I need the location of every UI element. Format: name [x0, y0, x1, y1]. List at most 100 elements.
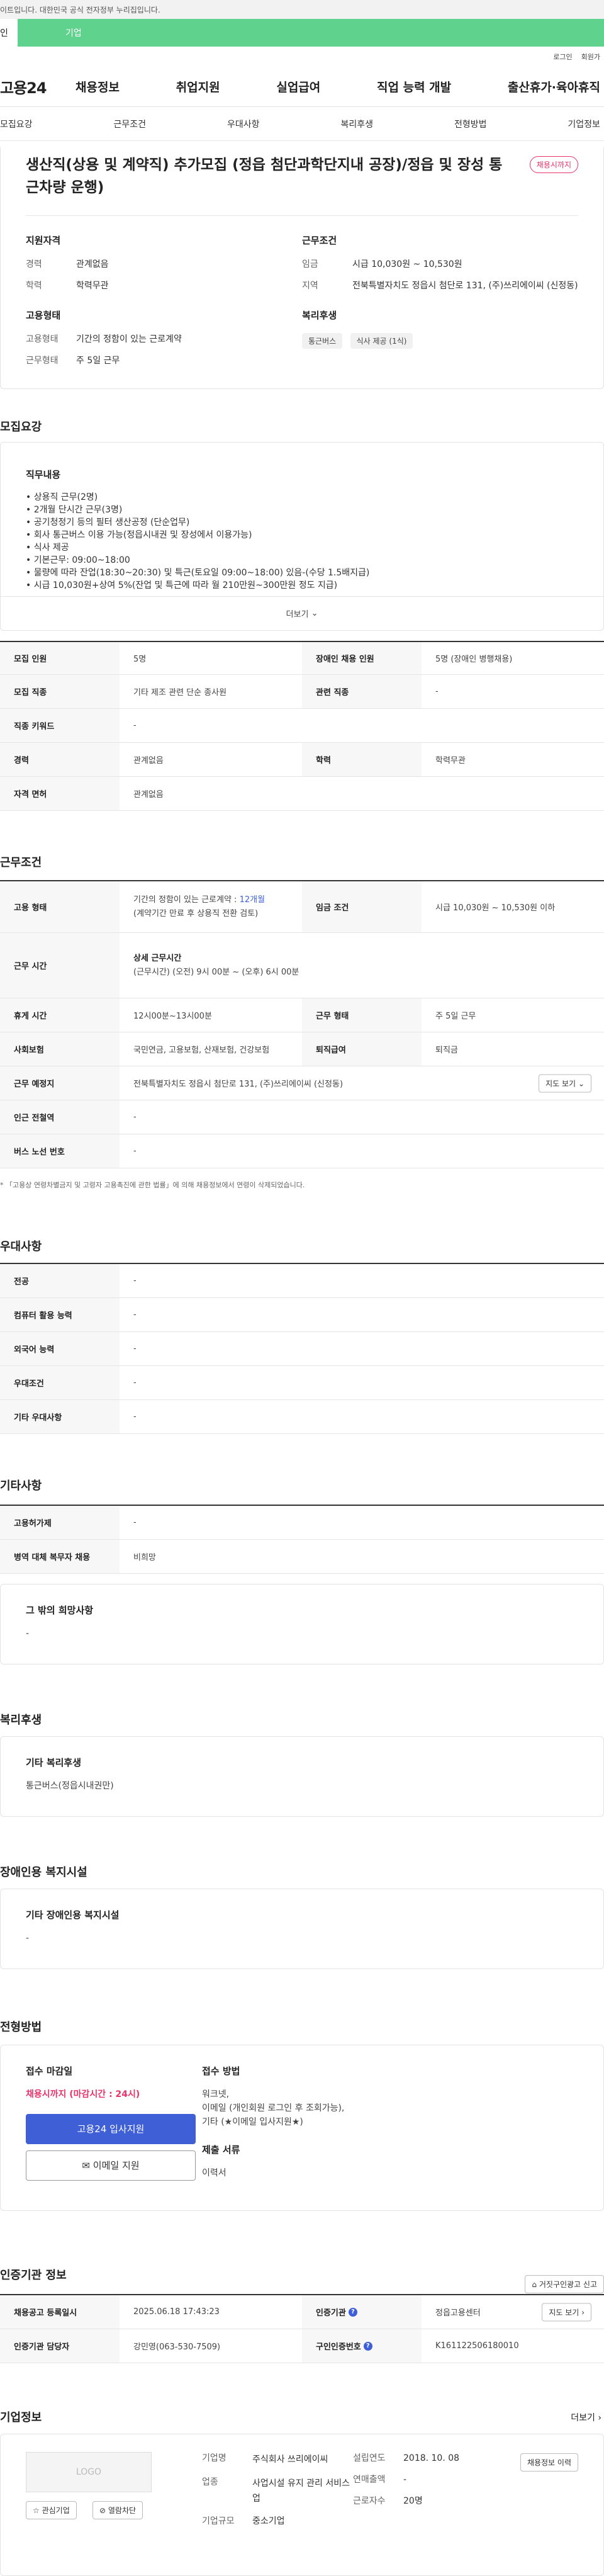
gnb-item-training[interactable]: 직업 능력 개발 — [377, 78, 451, 95]
row-value: - — [133, 1378, 137, 1387]
subnav-company[interactable]: 기업정보 — [568, 118, 600, 130]
table-row: 채용공고 등록일시 2025.06.18 17:43:23 인증기관? 정읍고용센… — [0, 2295, 604, 2329]
recruit-table: 모집 인원 5명 장애인 채용 인원 5명 (장애인 병행채용) 모집 직종 기타 제… — [0, 641, 604, 811]
row-label: 장애인 채용 인원 — [302, 642, 422, 674]
block-view-button[interactable]: ⊘ 열람차단 — [92, 2501, 143, 2519]
star-icon: ☆ — [33, 2506, 40, 2515]
subnav-selection[interactable]: 전형방법 — [454, 118, 487, 130]
deadline-heading: 접수 마감일 — [26, 2065, 73, 2077]
row-value: 주 5일 근무 — [435, 1012, 476, 1021]
row-value: 정읍고용센터 지도 보기 › — [422, 2295, 604, 2329]
row-label: 관련 직종 — [302, 675, 422, 708]
subnav-recruit[interactable]: 모집요강 — [0, 118, 33, 130]
table-row: 인근 전철역 - — [0, 1100, 604, 1134]
row-label: 인증기관? — [302, 2295, 422, 2329]
section-cert-title: 인증기관 정보 — [0, 2269, 67, 2282]
subnav-conditions[interactable]: 근무조건 — [113, 118, 146, 130]
table-row: 자격 면허 관계없음 — [0, 777, 604, 811]
row-value: - — [133, 1276, 137, 1285]
value: 학력무관 — [76, 281, 109, 291]
row-value: 강민영(063-530-7509) — [133, 2342, 221, 2352]
tab-individual[interactable]: 인 — [0, 19, 18, 47]
map-button[interactable]: 지도 보기 ⌄ — [539, 1074, 591, 1092]
subnav-welfare[interactable]: 복리후생 — [340, 118, 373, 130]
duty-line: • 2개월 단시간 근무(3명) — [26, 505, 123, 515]
chevron-down-icon: ⌄ — [578, 1079, 584, 1088]
label: 근무형태 — [26, 356, 59, 366]
info-icon[interactable]: ? — [363, 2341, 372, 2351]
welfare-box-value: 통근버스(정읍시내권만) — [26, 1781, 114, 1791]
value: 기간의 정함이 있는 근로계약 — [76, 334, 182, 344]
table-row: 휴게 시간 12시00분~13시00분 근무 형태 주 5일 근무 — [0, 998, 604, 1032]
value: - — [403, 2475, 407, 2485]
gnb-item-unemployment-benefit[interactable]: 실업급여 — [276, 78, 320, 95]
disabled-box-value: - — [26, 1933, 30, 1943]
apply-box: 접수 마감일 채용시까지 (마감시간 : 24시) 고용24 입사지원 ✉ 이메… — [0, 2045, 604, 2211]
subnav-preference[interactable]: 우대사항 — [227, 118, 260, 130]
label: 학력 — [26, 281, 42, 291]
welfare-chip: 식사 제공 (1식) — [350, 333, 413, 349]
disabled-box: 기타 장애인용 복지시설 - — [0, 1889, 604, 1969]
apply-button[interactable]: 고용24 입사지원 — [26, 2114, 196, 2144]
login-link[interactable]: 로그인 — [553, 52, 572, 62]
interest-company-button[interactable]: ☆ 관심기업 — [26, 2501, 77, 2519]
table-row: 모집 직종 기타 제조 관련 단순 종사원 관련 직종 - — [0, 675, 604, 709]
row-value: - — [133, 1344, 137, 1353]
row-label: 자격 면허 — [0, 777, 120, 810]
more-button[interactable]: 더보기 ⌄ — [1, 596, 603, 630]
job-summary-card: 생산직(상용 및 계약직) 추가모집 (정읍 첨단과학단지내 공장)/정읍 및 … — [0, 147, 604, 389]
table-row: 근무 시간 상세 근무시간 (근무시간) (오전) 9시 00분 ~ (오후) … — [0, 933, 604, 998]
site-logo[interactable]: 고용24 — [0, 76, 76, 98]
method-line: 이메일 (개인회원 로그인 후 조회가능), — [202, 2103, 345, 2113]
table-row: 전공 - — [0, 1264, 604, 1298]
gnb-item-parental-leave[interactable]: 출산휴가·육아휴직 — [508, 78, 600, 95]
label: 경력 — [26, 259, 42, 269]
row-value: 학력무관 — [435, 756, 466, 765]
job-title: 생산직(상용 및 계약직) 추가모집 (정읍 첨단과학단지내 공장)/정읍 및 … — [26, 157, 503, 196]
value: 20명 — [403, 2496, 423, 2506]
company-info-col2: 설립연도 2018. 10. 08 연매출액 - 근로자수 20명 — [353, 2452, 479, 2516]
emp-type-note: (계약기간 만료 후 상용직 전환 검토) — [133, 908, 259, 918]
value: 사업시설 유지 관리 서비스업 — [252, 2478, 350, 2504]
report-fake-ad-button[interactable]: ⌂ 거짓구인광고 신고 — [525, 2275, 604, 2293]
section-apply-title: 전형방법 — [0, 2021, 42, 2034]
company-info-col1: 기업명 주식회사 쓰리에이씨 업종 사업시설 유지 관리 서비스업 기업규모 중소기업 — [202, 2452, 353, 2536]
row-value: K161122506180010 — [435, 2341, 519, 2351]
deadline-badge: 채용시까지 — [529, 156, 578, 173]
row-label: 퇴직급여 — [302, 1032, 422, 1066]
duty-list: • 상용직 근무(2명) • 2개월 단시간 근무(3명) • 공기청정기 등의… — [26, 491, 578, 592]
company-more-link[interactable]: 더보기 › — [571, 2411, 601, 2424]
mail-icon: ✉ — [82, 2160, 90, 2171]
table-row: 사회보험 국민연금, 고용보험, 산재보험, 건강보험 퇴직급여 퇴직금 — [0, 1032, 604, 1066]
row-value: 비희망 — [133, 1553, 156, 1562]
email-apply-button[interactable]: ✉ 이메일 지원 — [26, 2150, 196, 2181]
duty-line: • 식사 제공 — [26, 543, 69, 553]
table-row: 인증기관 담당자 강민영(063-530-7509) 구인인증번호? K16112… — [0, 2329, 604, 2363]
method-line: 기타 (★이메일 입사지원★) — [202, 2117, 303, 2127]
row-value: - — [133, 1412, 137, 1421]
more-label: 더보기 — [286, 610, 309, 619]
row-label: 채용공고 등록일시 — [0, 2295, 120, 2329]
pref-table: 전공 - 컴퓨터 활용 능력 - 외국어 능력 - 우대조건 - 기타 우대사항 - — [0, 1263, 604, 1434]
job-history-button[interactable]: 채용정보 이력 — [520, 2453, 578, 2471]
gnb-item-employment-support[interactable]: 취업지원 — [176, 78, 220, 95]
docs-value: 이력서 — [202, 2168, 226, 2178]
center-map-button[interactable]: 지도 보기 › — [542, 2303, 591, 2321]
info-icon[interactable]: ? — [348, 2307, 357, 2317]
join-link[interactable]: 회원가 — [581, 52, 600, 62]
row-label: 병역 대체 복무자 채용 — [0, 1540, 120, 1573]
value: 중소기업 — [252, 2516, 285, 2526]
value: 시급 10,030원 ~ 10,530원 — [352, 259, 462, 269]
row-label: 고용 형태 — [0, 881, 120, 932]
tab-enterprise[interactable]: 기업 — [18, 19, 604, 47]
duty-heading: 직무내용 — [26, 469, 61, 480]
company-box: LOGO ☆ 관심기업 ⊘ 열람차단 기업명 주식회사 쓰리에이씨 업종 사업시설 … — [0, 2434, 604, 2576]
qualification-heading: 지원자격 — [26, 235, 61, 246]
other-hope-heading: 그 밖의 희망사항 — [26, 1605, 94, 1616]
row-value: - — [133, 1310, 137, 1319]
table-row: 직종 키워드 - — [0, 709, 604, 743]
gnb-item-jobs[interactable]: 채용정보 — [76, 78, 120, 95]
label: 임금 — [302, 259, 318, 269]
table-row: 버스 노선 번호 - — [0, 1134, 604, 1168]
block-icon: ⊘ — [99, 2506, 106, 2515]
